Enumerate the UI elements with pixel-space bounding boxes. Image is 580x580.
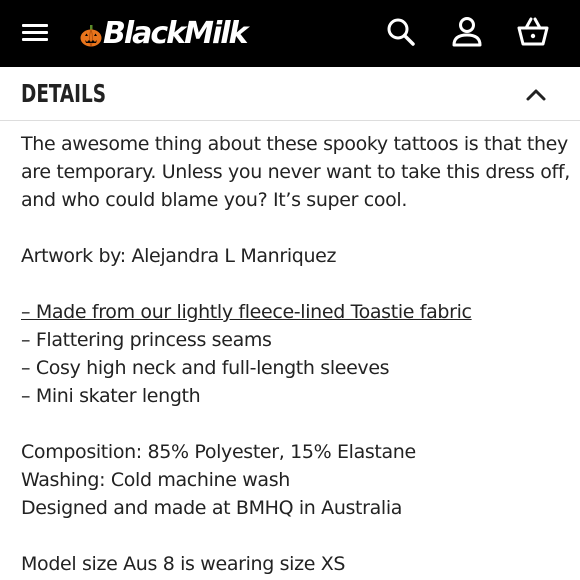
model-size-text: Model size Aus 8 is wearing size XS [21, 553, 346, 575]
model-size-info: Model size Aus 8 is wearing size XS [21, 550, 566, 578]
toastie-fabric-link[interactable]: – Made from our lightly fleece-lined Toa… [21, 301, 472, 323]
top-navigation-bar: BlackMilk [0, 0, 580, 67]
product-description: The awesome thing about these spooky tat… [21, 130, 570, 214]
description-line: are temporary. Unless you never want to … [21, 161, 570, 183]
origin-text: Designed and made at BMHQ in Australia [21, 497, 403, 519]
brand-name: BlackMilk [103, 15, 248, 51]
product-details-content: The awesome thing about these spooky tat… [21, 130, 570, 580]
composition-text: Composition: 85% Polyester, 15% Elastane [21, 441, 416, 463]
feature-item: – Flattering princess seams [21, 329, 272, 351]
washing-text: Washing: Cold machine wash [21, 469, 290, 491]
brand-logo[interactable]: BlackMilk [80, 12, 248, 54]
pumpkin-icon [80, 25, 102, 47]
description-line: The awesome thing about these spooky tat… [21, 133, 568, 155]
care-info: Composition: 85% Polyester, 15% Elastane… [21, 438, 566, 522]
hamburger-menu-icon[interactable] [20, 20, 50, 48]
account-icon[interactable] [449, 14, 485, 50]
chevron-up-icon[interactable] [524, 83, 548, 105]
details-heading: DETAILS [21, 79, 107, 108]
description-line: and who could blame you? It’s super cool… [21, 189, 408, 211]
cart-icon[interactable] [515, 14, 551, 50]
feature-item: – Cosy high neck and full-length sleeves [21, 357, 390, 379]
artwork-credit: Artwork by: Alejandra L Manriquez [21, 242, 566, 270]
search-icon[interactable] [383, 14, 419, 50]
details-accordion-toggle[interactable]: DETAILS [0, 67, 580, 121]
feature-list: – Made from our lightly fleece-lined Toa… [21, 298, 566, 410]
feature-item: – Mini skater length [21, 385, 201, 407]
artwork-credit-text: Artwork by: Alejandra L Manriquez [21, 245, 337, 267]
